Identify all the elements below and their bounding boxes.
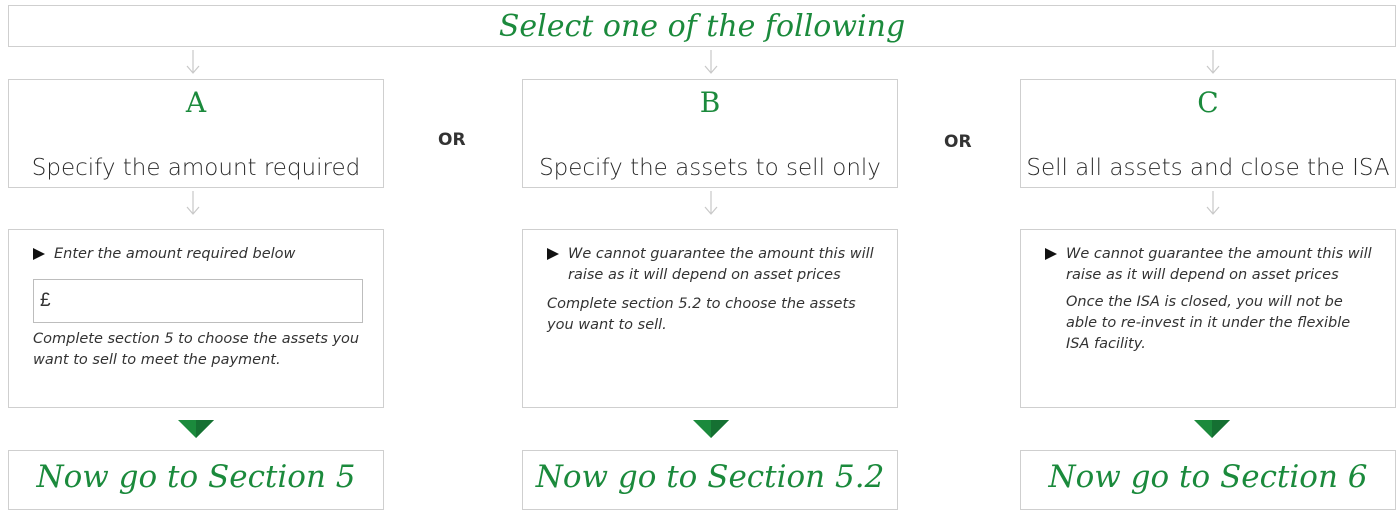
goto-text: Now go to Section 5.2 [535,459,885,495]
option-letter: C [1197,86,1219,119]
bullet-triangle-icon [33,248,45,260]
green-down-triangle-icon [693,420,729,442]
detail-note: Complete section 5 to choose the assets … [33,331,360,368]
detail-box-c: We cannot guarantee the amount this will… [1020,229,1396,408]
option-b[interactable]: B Specify the assets to sell only [522,79,898,188]
detail-box-b: We cannot guarantee the amount this will… [522,229,898,408]
bullet-text: We cannot guarantee the amount this will… [568,246,874,283]
option-c[interactable]: C Sell all assets and close the ISA [1020,79,1396,188]
goto-text: Now go to Section 6 [1048,459,1368,495]
bullet-text: Enter the amount required below [54,246,296,262]
bullet-row: Enter the amount required below [33,244,361,265]
option-description: Specify the assets to sell only [539,155,881,181]
option-description: Sell all assets and close the ISA [1026,155,1390,181]
arrow-down-icon [1206,50,1220,74]
goto-box-c[interactable]: Now go to Section 6 [1020,450,1396,510]
green-down-triangle-icon [178,420,214,442]
option-letter: B [699,86,721,119]
option-description: Specify the amount required [31,155,361,181]
amount-field[interactable]: £ [33,279,363,323]
detail-note: Complete section 5.2 to choose the asset… [547,296,856,333]
goto-box-a[interactable]: Now go to Section 5 [8,450,384,510]
arrow-down-icon [704,50,718,74]
green-down-triangle-icon [1194,420,1230,442]
bullet-text: We cannot guarantee the amount this will… [1066,246,1372,283]
goto-box-b[interactable]: Now go to Section 5.2 [522,450,898,510]
arrow-down-icon [186,191,200,215]
bullet-row: We cannot guarantee the amount this will… [547,244,875,286]
or-label: OR [944,132,972,152]
or-label: OR [438,130,466,150]
arrow-down-icon [704,191,718,215]
bullet-triangle-icon [547,248,559,260]
detail-box-a: Enter the amount required below £ Comple… [8,229,384,408]
arrow-down-icon [1206,191,1220,215]
goto-text: Now go to Section 5 [36,459,356,495]
option-letter: A [185,86,207,119]
bullet-triangle-icon [1045,248,1057,260]
page-title: Select one of the following [498,9,906,44]
arrow-down-icon [186,50,200,74]
bullet-row: We cannot guarantee the amount this will… [1045,244,1373,286]
option-a[interactable]: A Specify the amount required [8,79,384,188]
title-box: Select one of the following [8,5,1396,47]
detail-note: Once the ISA is closed, you will not be … [1066,294,1351,352]
currency-symbol: £ [40,290,51,311]
